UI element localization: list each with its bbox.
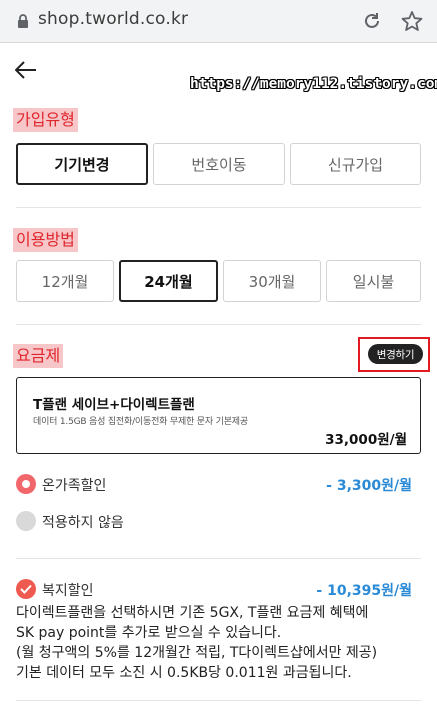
- usage-period-label: 이용방법: [13, 228, 78, 252]
- usage-option-12-months[interactable]: 12개월: [16, 260, 114, 302]
- plan-description: 데이터 1.5GB 음성 집전화/이동전화 무제한 문자 기본제공: [33, 417, 248, 427]
- family-discount-amount: - 3,300원/월: [326, 478, 412, 494]
- usage-option-30-months[interactable]: 30개월: [223, 260, 321, 302]
- change-plan-button[interactable]: 변경하기: [368, 344, 423, 364]
- no-discount-label[interactable]: 적용하지 않음: [42, 512, 124, 532]
- browser-url-bar[interactable]: shop.tworld.co.kr: [0, 0, 437, 43]
- back-arrow-icon[interactable]: [15, 61, 37, 79]
- reload-icon[interactable]: [362, 11, 382, 31]
- join-type-label: 가입유형: [13, 108, 78, 132]
- welfare-line: SK pay point를 추가로 받으실 수 있습니다.: [16, 625, 282, 641]
- section-divider: [16, 558, 421, 559]
- join-type-option-number-transfer[interactable]: 번호이동: [153, 143, 285, 185]
- join-type-option-new-signup[interactable]: 신규가입: [290, 143, 421, 185]
- family-discount-radio-on[interactable]: [16, 474, 36, 494]
- check-icon: [20, 584, 32, 594]
- welfare-discount-label[interactable]: 복지할인: [42, 580, 94, 600]
- welfare-line: 기본 데이터 모두 소진 시 0.5KB당 0.011원 과금됩니다.: [16, 665, 352, 681]
- usage-option-24-months[interactable]: 24개월: [119, 260, 218, 302]
- no-discount-radio-off[interactable]: [16, 511, 36, 531]
- welfare-line: 다이렉트플랜을 선택하시면 기존 5GX, T플랜 요금제 혜택에: [16, 605, 369, 621]
- welfare-description: 다이렉트플랜을 선택하시면 기존 5GX, T플랜 요금제 혜택에 SK pay…: [16, 603, 426, 683]
- url-text[interactable]: shop.tworld.co.kr: [38, 9, 188, 29]
- welfare-checkbox[interactable]: [16, 579, 36, 599]
- lock-icon: [18, 14, 28, 28]
- section-divider: [16, 700, 421, 701]
- family-discount-label[interactable]: 온가족할인: [42, 475, 106, 495]
- join-type-option-device-change[interactable]: 기기변경: [16, 143, 148, 185]
- plan-price: 33,000원/월: [325, 432, 407, 448]
- rate-plan-card[interactable]: T플랜 세이브+다이렉트플랜 데이터 1.5GB 음성 집전화/이동전화 무제한…: [16, 377, 421, 454]
- section-divider: [16, 324, 421, 325]
- welfare-discount-amount: - 10,395원/월: [316, 583, 412, 599]
- usage-option-lump-sum[interactable]: 일시불: [326, 260, 421, 302]
- welfare-line: (월 청구액의 5%를 12개월간 적립, T다이렉트샵에서만 제공): [16, 645, 378, 661]
- plan-name: T플랜 세이브+다이렉트플랜: [33, 397, 195, 413]
- star-outline-icon[interactable]: [401, 10, 423, 32]
- rate-plan-label: 요금제: [13, 344, 64, 368]
- section-divider: [16, 207, 421, 208]
- watermark-text: https://memory112.tistory.com: [190, 76, 437, 92]
